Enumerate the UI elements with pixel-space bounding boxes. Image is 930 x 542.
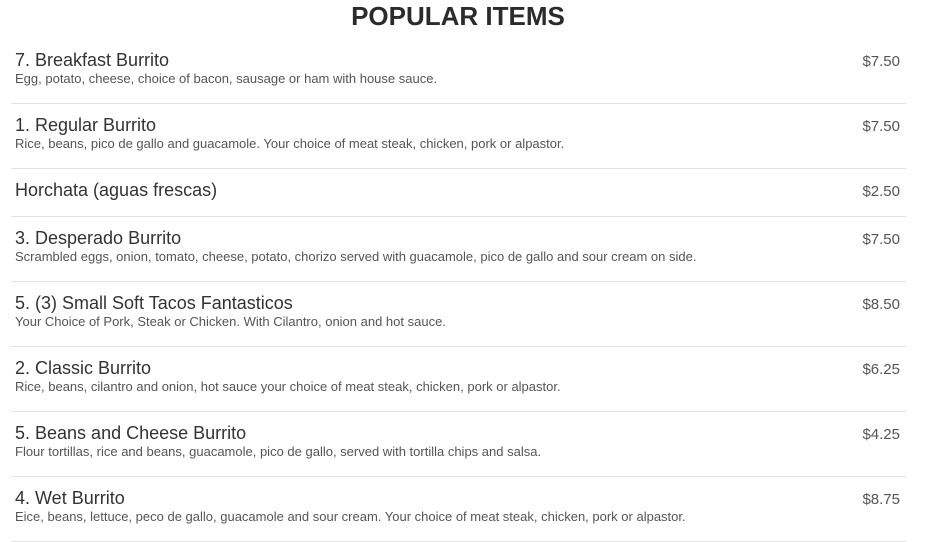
item-description: Egg, potato, cheese, choice of bacon, sa… xyxy=(15,71,438,86)
section-title: POPULAR ITEMS xyxy=(351,1,565,31)
item-name: Horchata (aguas frescas) xyxy=(15,180,218,200)
item-description: Rice, beans, pico de gallo and guacamole… xyxy=(15,136,565,151)
menu-item[interactable]: 3. Desperado Burrito Scrambled eggs, oni… xyxy=(11,217,906,282)
menu-item[interactable]: 5. Beans and Cheese Burrito Flour tortil… xyxy=(11,412,906,477)
item-description: Eice, beans, lettuce, peco de gallo, gua… xyxy=(15,509,686,524)
menu-item[interactable]: 7. Breakfast Burrito Egg, potato, cheese… xyxy=(11,39,906,104)
menu-item[interactable]: 4. Wet Burrito Eice, beans, lettuce, pec… xyxy=(11,477,906,542)
item-name: 5. (3) Small Soft Tacos Fantasticos xyxy=(15,293,293,313)
item-description: Flour tortillas, rice and beans, guacamo… xyxy=(15,444,542,459)
item-price: $8.75 xyxy=(862,491,900,508)
menu-item[interactable]: 2. Classic Burrito Rice, beans, cilantro… xyxy=(11,347,906,412)
item-name: 7. Breakfast Burrito xyxy=(15,50,170,70)
menu-item[interactable]: 5. (3) Small Soft Tacos Fantasticos Your… xyxy=(11,282,906,347)
item-price: $7.50 xyxy=(862,53,900,70)
item-price: $2.50 xyxy=(862,183,900,200)
item-name: 1. Regular Burrito xyxy=(15,115,157,135)
menu-list: 7. Breakfast Burrito Egg, potato, cheese… xyxy=(11,39,906,542)
item-name: 4. Wet Burrito xyxy=(15,488,125,508)
menu-item[interactable]: 1. Regular Burrito Rice, beans, pico de … xyxy=(11,104,906,169)
item-description: Scrambled eggs, onion, tomato, cheese, p… xyxy=(15,249,697,264)
item-name: 2. Classic Burrito xyxy=(15,358,152,378)
item-name: 3. Desperado Burrito xyxy=(15,228,182,248)
item-description: Rice, beans, cilantro and onion, hot sau… xyxy=(15,379,561,394)
item-price: $6.25 xyxy=(862,361,900,378)
item-price: $8.50 xyxy=(862,296,900,313)
item-price: $7.50 xyxy=(862,231,900,248)
menu-item[interactable]: Horchata (aguas frescas) $2.50 xyxy=(11,169,906,217)
item-name: 5. Beans and Cheese Burrito xyxy=(15,423,247,443)
item-price: $7.50 xyxy=(862,118,900,135)
item-description: Your Choice of Pork, Steak or Chicken. W… xyxy=(15,314,446,329)
item-price: $4.25 xyxy=(862,426,900,443)
